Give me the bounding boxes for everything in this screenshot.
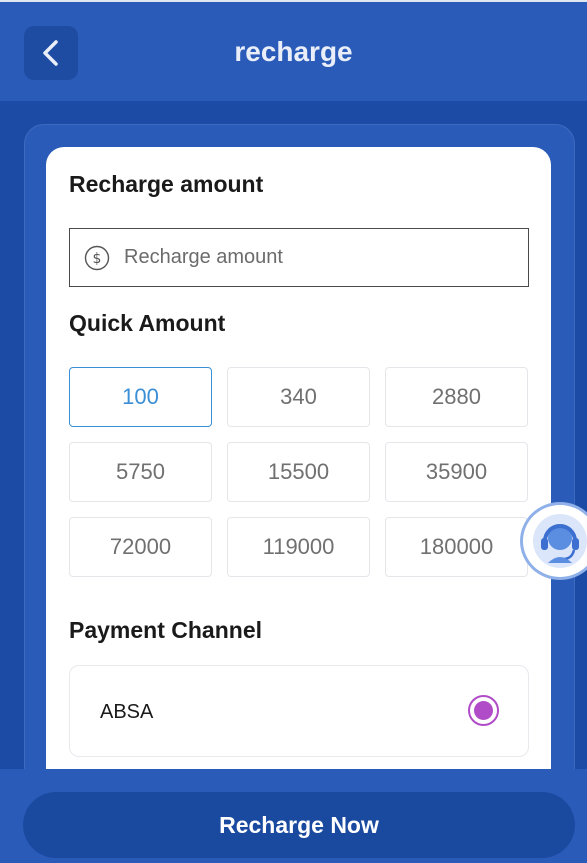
quick-amount-option[interactable]: 35900 [385, 442, 528, 502]
payment-channel-option[interactable]: ABSA [69, 665, 529, 757]
footer-bar: Recharge Now [0, 769, 587, 863]
page-title: recharge [234, 36, 353, 67]
recharge-amount-label: Recharge amount [69, 171, 264, 197]
recharge-card: Recharge amount $ Quick Amount 100 340 2… [46, 147, 551, 787]
recharge-now-button[interactable]: Recharge Now [23, 792, 575, 858]
quick-amount-option[interactable]: 100 [69, 367, 212, 427]
quick-amount-option[interactable]: 119000 [227, 517, 370, 577]
recharge-amount-input[interactable] [124, 246, 504, 269]
quick-amount-grid: 100 340 2880 5750 15500 35900 72000 1190… [69, 367, 529, 577]
app-header: recharge [0, 0, 587, 101]
quick-amount-label: Quick Amount [69, 310, 226, 336]
quick-amount-option[interactable]: 180000 [385, 517, 528, 577]
customer-support-button[interactable] [520, 502, 587, 580]
quick-amount-option[interactable]: 72000 [69, 517, 212, 577]
channel-name: ABSA [100, 701, 154, 723]
quick-amount-option[interactable]: 15500 [227, 442, 370, 502]
dollar-circle-icon: $ [84, 245, 110, 271]
payment-channel-label: Payment Channel [69, 617, 262, 643]
radio-dot [474, 701, 493, 720]
quick-amount-option[interactable]: 340 [227, 367, 370, 427]
svg-text:$: $ [93, 251, 102, 267]
radio-selected-icon[interactable] [468, 695, 499, 726]
quick-amount-option[interactable]: 5750 [69, 442, 212, 502]
customer-support-icon [533, 514, 587, 568]
quick-amount-option[interactable]: 2880 [385, 367, 528, 427]
recharge-amount-field[interactable]: $ [69, 228, 529, 287]
